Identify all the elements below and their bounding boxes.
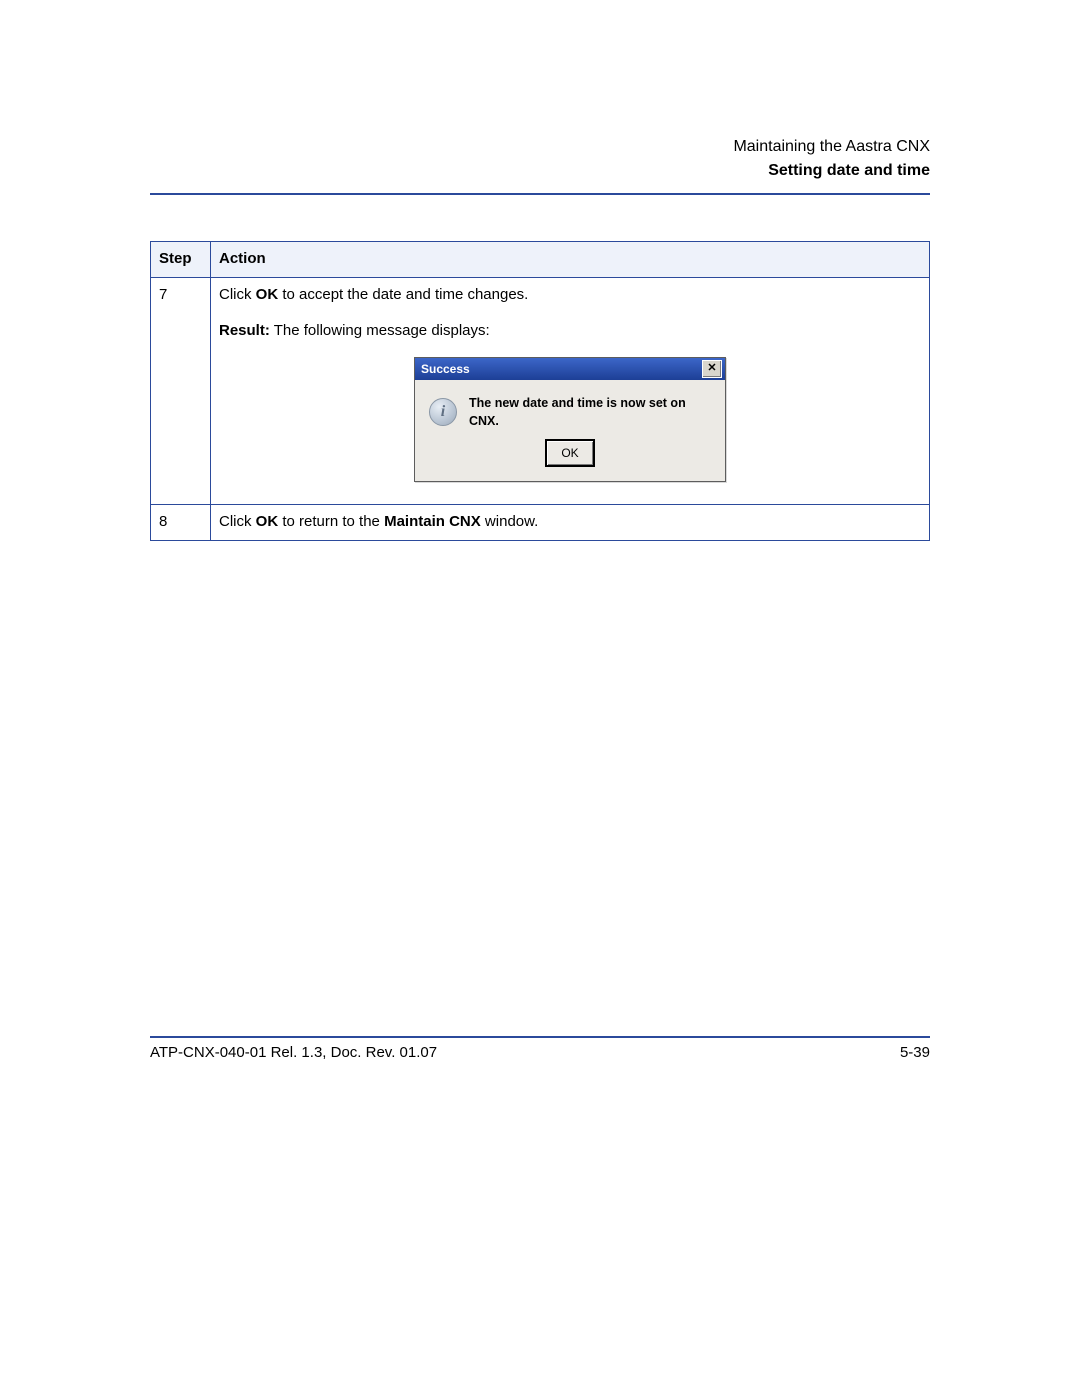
action-text: Click OK to return to the Maintain CNX w…: [219, 511, 921, 534]
info-icon: i: [429, 398, 457, 426]
footer-row: ATP-CNX-040-01 Rel. 1.3, Doc. Rev. 01.07…: [150, 1038, 930, 1061]
text-fragment: window.: [481, 513, 539, 530]
table-row: 7 Click OK to accept the date and time c…: [151, 277, 930, 505]
dialog-message: The new date and time is now set on CNX.: [469, 394, 713, 432]
ok-button[interactable]: OK: [545, 439, 595, 467]
col-header-step: Step: [151, 242, 211, 278]
text-bold: OK: [256, 513, 279, 530]
text-fragment: Click: [219, 513, 256, 530]
text-bold: Maintain CNX: [384, 513, 481, 530]
dialog-button-row: OK: [415, 439, 725, 481]
dialog-screenshot: Success ✕ i The new date and time is now…: [219, 357, 921, 483]
chapter-title: Maintaining the Aastra CNX: [150, 135, 930, 159]
dialog-body: i The new date and time is now set on CN…: [415, 380, 725, 440]
close-icon[interactable]: ✕: [702, 360, 722, 378]
result-text: Result: The following message displays:: [219, 320, 921, 343]
text-bold: OK: [256, 286, 279, 303]
section-title: Setting date and time: [150, 159, 930, 183]
action-cell: Click OK to return to the Maintain CNX w…: [211, 505, 930, 541]
page-content: Maintaining the Aastra CNX Setting date …: [150, 135, 930, 541]
text-bold: Result:: [219, 322, 270, 339]
action-cell: Click OK to accept the date and time cha…: [211, 277, 930, 505]
page-header: Maintaining the Aastra CNX Setting date …: [150, 135, 930, 191]
header-rule: [150, 193, 930, 195]
page-number: 5-39: [900, 1044, 930, 1061]
doc-id: ATP-CNX-040-01 Rel. 1.3, Doc. Rev. 01.07: [150, 1044, 437, 1061]
procedure-table: Step Action 7 Click OK to accept the dat…: [150, 241, 930, 541]
dialog-title: Success: [421, 360, 470, 378]
table-header-row: Step Action: [151, 242, 930, 278]
step-number: 7: [151, 277, 211, 505]
text-fragment: Click: [219, 286, 256, 303]
action-text: Click OK to accept the date and time cha…: [219, 284, 921, 307]
table-row: 8 Click OK to return to the Maintain CNX…: [151, 505, 930, 541]
text-fragment: to return to the: [278, 513, 384, 530]
page: Maintaining the Aastra CNX Setting date …: [0, 0, 1080, 1397]
success-dialog: Success ✕ i The new date and time is now…: [414, 357, 726, 483]
text-fragment: to accept the date and time changes.: [278, 286, 528, 303]
text-fragment: The following message displays:: [270, 322, 490, 339]
dialog-titlebar: Success ✕: [415, 358, 725, 380]
step-number: 8: [151, 505, 211, 541]
page-footer: ATP-CNX-040-01 Rel. 1.3, Doc. Rev. 01.07…: [150, 1034, 930, 1061]
col-header-action: Action: [211, 242, 930, 278]
